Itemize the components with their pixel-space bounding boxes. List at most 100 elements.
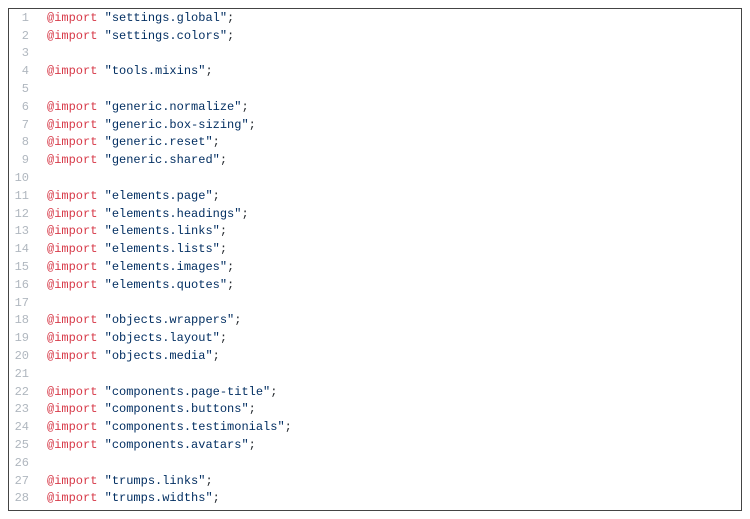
- code-line: 1@import "settings.global";: [9, 9, 741, 27]
- line-number: 2: [9, 29, 37, 43]
- code-line: 13@import "elements.links";: [9, 223, 741, 241]
- code-line: 12@import "elements.headings";: [9, 205, 741, 223]
- code-line: 14@import "elements.lists";: [9, 240, 741, 258]
- keyword: @import: [47, 313, 97, 327]
- line-content: @import "objects.wrappers";: [37, 313, 241, 327]
- code-line: 25@import "components.avatars";: [9, 436, 741, 454]
- string-literal: "settings.colors": [105, 29, 227, 43]
- keyword: @import: [47, 331, 97, 345]
- code-line: 21: [9, 365, 741, 383]
- line-number: 22: [9, 385, 37, 399]
- line-content: @import "elements.links";: [37, 224, 227, 238]
- code-line: 19@import "objects.layout";: [9, 329, 741, 347]
- punctuation: ;: [220, 242, 227, 256]
- string-literal: "elements.images": [105, 260, 227, 274]
- code-line: 17: [9, 294, 741, 312]
- line-number: 3: [9, 46, 37, 60]
- string-literal: "components.testimonials": [105, 420, 285, 434]
- line-number: 17: [9, 296, 37, 310]
- keyword: @import: [47, 438, 97, 452]
- punctuation: ;: [213, 349, 220, 363]
- punctuation: ;: [241, 207, 248, 221]
- punctuation: ;: [249, 402, 256, 416]
- keyword: @import: [47, 207, 97, 221]
- punctuation: ;: [213, 189, 220, 203]
- code-line: 4@import "tools.mixins";: [9, 62, 741, 80]
- string-literal: "tools.mixins": [105, 64, 206, 78]
- line-number: 7: [9, 118, 37, 132]
- punctuation: ;: [213, 491, 220, 505]
- code-line: 22@import "components.page-title";: [9, 383, 741, 401]
- line-number: 15: [9, 260, 37, 274]
- punctuation: ;: [220, 331, 227, 345]
- line-content: @import "trumps.links";: [37, 474, 213, 488]
- punctuation: ;: [241, 100, 248, 114]
- code-line: 3: [9, 45, 741, 63]
- string-literal: "generic.normalize": [105, 100, 242, 114]
- code-line: 6@import "generic.normalize";: [9, 98, 741, 116]
- keyword: @import: [47, 474, 97, 488]
- line-number: 5: [9, 82, 37, 96]
- line-content: @import "components.testimonials";: [37, 420, 292, 434]
- keyword: @import: [47, 278, 97, 292]
- line-number: 11: [9, 189, 37, 203]
- keyword: @import: [47, 402, 97, 416]
- line-number: 12: [9, 207, 37, 221]
- code-editor: 1@import "settings.global";2@import "set…: [8, 8, 742, 511]
- string-literal: "objects.media": [105, 349, 213, 363]
- line-content: @import "objects.media";: [37, 349, 220, 363]
- punctuation: ;: [249, 118, 256, 132]
- keyword: @import: [47, 100, 97, 114]
- line-content: @import "components.avatars";: [37, 438, 256, 452]
- line-content: @import "elements.quotes";: [37, 278, 234, 292]
- line-number: 20: [9, 349, 37, 363]
- punctuation: ;: [220, 153, 227, 167]
- code-line: 20@import "objects.media";: [9, 347, 741, 365]
- string-literal: "settings.global": [105, 11, 227, 25]
- line-number: 18: [9, 313, 37, 327]
- punctuation: ;: [227, 11, 234, 25]
- string-literal: "components.page-title": [105, 385, 271, 399]
- punctuation: ;: [213, 135, 220, 149]
- line-number: 9: [9, 153, 37, 167]
- code-line: 8@import "generic.reset";: [9, 134, 741, 152]
- string-literal: "trumps.widths": [105, 491, 213, 505]
- keyword: @import: [47, 242, 97, 256]
- line-content: @import "elements.headings";: [37, 207, 249, 221]
- line-number: 13: [9, 224, 37, 238]
- keyword: @import: [47, 29, 97, 43]
- punctuation: ;: [285, 420, 292, 434]
- string-literal: "elements.page": [105, 189, 213, 203]
- line-number: 24: [9, 420, 37, 434]
- code-line: 26: [9, 454, 741, 472]
- string-literal: "objects.wrappers": [105, 313, 235, 327]
- keyword: @import: [47, 153, 97, 167]
- string-literal: "generic.reset": [105, 135, 213, 149]
- line-number: 23: [9, 402, 37, 416]
- line-content: @import "elements.lists";: [37, 242, 227, 256]
- line-number: 27: [9, 474, 37, 488]
- code-line: 5: [9, 80, 741, 98]
- line-content: @import "generic.shared";: [37, 153, 227, 167]
- string-literal: "objects.layout": [105, 331, 220, 345]
- keyword: @import: [47, 64, 97, 78]
- keyword: @import: [47, 118, 97, 132]
- line-number: 25: [9, 438, 37, 452]
- line-content: @import "settings.global";: [37, 11, 234, 25]
- line-content: @import "settings.colors";: [37, 29, 234, 43]
- code-line: 27@import "trumps.links";: [9, 472, 741, 490]
- keyword: @import: [47, 189, 97, 203]
- code-line: 10: [9, 169, 741, 187]
- line-number: 16: [9, 278, 37, 292]
- punctuation: ;: [227, 29, 234, 43]
- string-literal: "elements.headings": [105, 207, 242, 221]
- line-content: @import "trumps.widths";: [37, 491, 220, 505]
- line-content: @import "elements.page";: [37, 189, 220, 203]
- code-line: 18@import "objects.wrappers";: [9, 312, 741, 330]
- keyword: @import: [47, 349, 97, 363]
- line-number: 21: [9, 367, 37, 381]
- punctuation: ;: [227, 260, 234, 274]
- line-number: 26: [9, 456, 37, 470]
- code-line: 15@import "elements.images";: [9, 258, 741, 276]
- string-literal: "elements.lists": [105, 242, 220, 256]
